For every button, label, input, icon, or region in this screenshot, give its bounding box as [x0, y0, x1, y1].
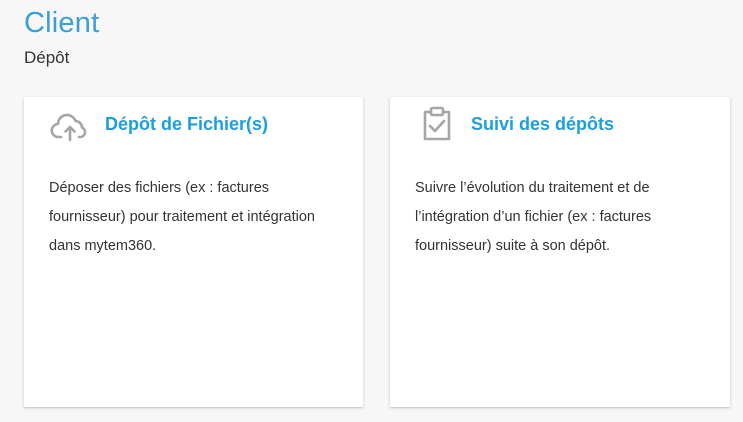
card-title: Dépôt de Fichier(s): [105, 114, 269, 134]
upload-tracking-card[interactable]: Suivi des dépôts Suivre l’évolution du t…: [390, 97, 730, 407]
card-description: Déposer des fichiers (ex : factures four…: [49, 180, 315, 254]
card-title: Suivi des dépôts: [471, 114, 615, 134]
clipboard-check-icon: [417, 104, 457, 144]
cloud-upload-icon: [50, 107, 90, 147]
page-subtitle: Dépôt: [24, 48, 70, 67]
card-description: Suivre l’évolution du traitement et de l…: [415, 180, 652, 254]
file-upload-card[interactable]: Dépôt de Fichier(s) Déposer des fichiers…: [24, 97, 363, 407]
page: Client Dépôt Dépôt de Fichier(s) Déposer…: [0, 0, 743, 422]
page-title: Client: [24, 7, 100, 39]
